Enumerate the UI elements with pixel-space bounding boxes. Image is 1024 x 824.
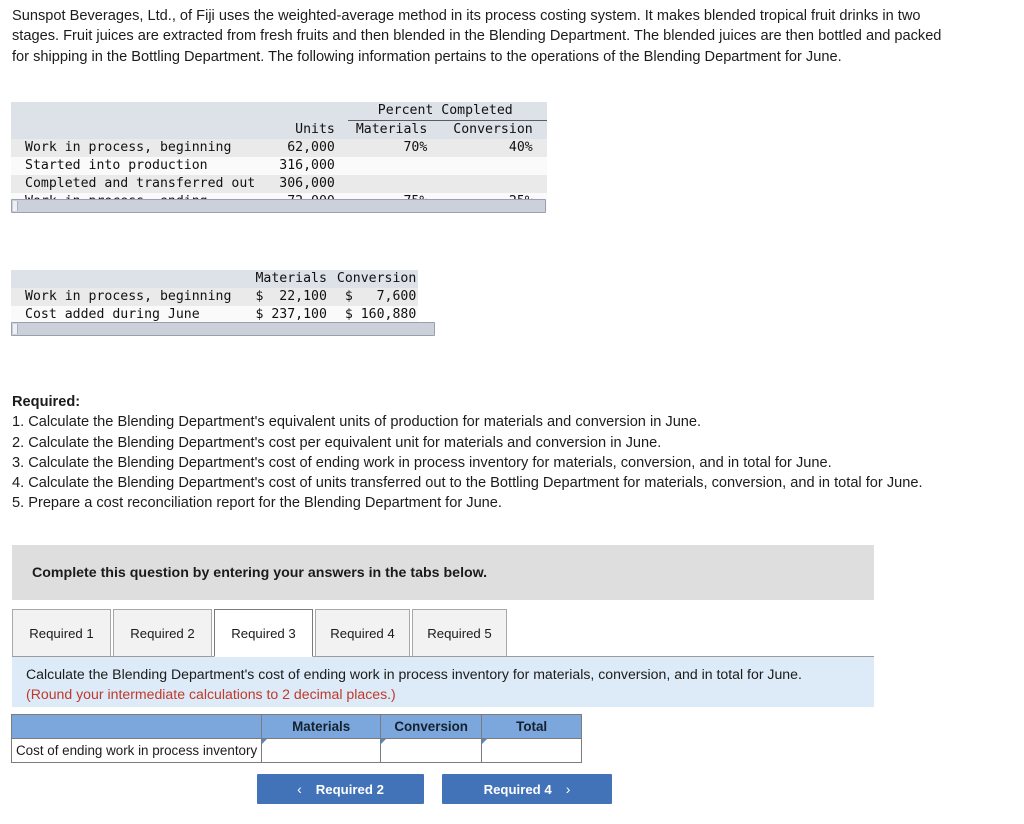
units-table: Percent Completed Units Materials Conver… <box>11 102 547 211</box>
units-table-container: Percent Completed Units Materials Conver… <box>11 102 547 211</box>
units-row-1-units: 316,000 <box>279 157 348 175</box>
tab-required-1-label: Required 1 <box>29 625 94 641</box>
tab-required-2[interactable]: Required 2 <box>113 609 212 657</box>
units-table-header-row: Units Materials Conversion <box>11 120 547 139</box>
units-row-1-label: Started into production <box>11 157 280 175</box>
chevron-right-icon: › <box>565 781 571 797</box>
units-table-scroll-thumb[interactable] <box>13 201 18 211</box>
tab-required-5[interactable]: Required 5 <box>412 609 507 657</box>
cost-header-blank <box>11 270 256 288</box>
table-row: Cost of ending work in process inventory <box>10 738 583 763</box>
units-row-0-label: Work in process, beginning <box>11 139 280 157</box>
prev-required-label: Required 2 <box>315 781 384 797</box>
required-item-4: 4. Calculate the Blending Department's c… <box>12 475 923 492</box>
cell-marker-icon <box>482 739 488 744</box>
instruction-banner: Complete this question by entering your … <box>12 545 874 600</box>
units-row-2-units: 306,000 <box>279 175 348 193</box>
cost-row-0-materials: $ 22,100 <box>255 288 337 306</box>
required-block: Required: 1. Calculate the Blending Depa… <box>12 392 952 514</box>
cost-header-materials: Materials <box>255 270 337 288</box>
conversion-input-cell[interactable] <box>380 738 483 763</box>
tab-required-5-label: Required 5 <box>427 625 492 641</box>
units-header-blank <box>11 120 280 139</box>
tab-required-2-label: Required 2 <box>130 625 195 641</box>
units-row-1-materials <box>347 157 454 175</box>
tab-required-4-label: Required 4 <box>330 625 395 641</box>
chevron-left-icon: ‹ <box>297 781 302 797</box>
required-item-3: 3. Calculate the Blending Department's c… <box>12 454 832 471</box>
units-group-header-percent-completed: Percent Completed <box>347 102 547 121</box>
cost-table-hscrollbar[interactable] <box>11 322 435 336</box>
answer-grid: Materials Conversion Total Cost of endin… <box>10 714 583 763</box>
answer-header-materials: Materials <box>261 714 382 739</box>
units-table-hscrollbar[interactable] <box>11 199 546 213</box>
next-required-label: Required 4 <box>483 781 552 797</box>
units-row-0-materials: 70% <box>347 139 454 157</box>
question-panel-text: Calculate the Blending Department's cost… <box>26 666 802 682</box>
units-group-blank-2 <box>279 102 348 121</box>
tab-required-3-label: Required 3 <box>231 625 296 641</box>
cost-table-container: Materials Conversion Work in process, be… <box>11 270 419 324</box>
units-header-materials: Materials <box>347 120 454 139</box>
answer-header-total: Total <box>481 714 583 739</box>
table-row: Work in process, beginning 62,000 70% 40… <box>11 139 547 157</box>
cost-table: Materials Conversion Work in process, be… <box>11 270 419 324</box>
units-group-blank-1 <box>11 102 280 121</box>
table-row: Completed and transferred out 306,000 <box>11 175 547 193</box>
cost-table-header-row: Materials Conversion <box>11 270 419 288</box>
instruction-banner-text: Complete this question by entering your … <box>32 564 488 581</box>
units-header-units: Units <box>279 120 348 139</box>
tab-strip: Required 1 Required 2 Required 3 Require… <box>12 609 874 657</box>
tab-required-1[interactable]: Required 1 <box>12 609 111 657</box>
answer-header-conversion: Conversion <box>380 714 483 739</box>
answer-grid-container: Materials Conversion Total Cost of endin… <box>10 714 583 763</box>
cell-marker-icon <box>262 739 268 744</box>
prev-required-button[interactable]: ‹ Required 2 <box>257 774 424 804</box>
answer-header-blank <box>10 714 263 739</box>
units-table-group-header-row: Percent Completed <box>11 102 547 121</box>
question-page: Sunspot Beverages, Ltd., of Fiji uses th… <box>0 0 1024 824</box>
table-row: Started into production 316,000 <box>11 157 547 175</box>
units-row-2-label: Completed and transferred out <box>11 175 280 193</box>
table-row: Work in process, beginning $ 22,100 $ 7,… <box>11 288 419 306</box>
question-panel-note: (Round your intermediate calculations to… <box>26 685 396 702</box>
cost-table-scroll-thumb[interactable] <box>13 324 18 334</box>
total-input-cell[interactable] <box>481 738 583 763</box>
required-item-5: 5. Prepare a cost reconciliation report … <box>12 495 502 512</box>
units-header-conversion: Conversion <box>453 120 547 139</box>
next-required-button[interactable]: Required 4 › <box>442 774 612 804</box>
units-row-1-conversion <box>453 157 547 175</box>
cost-row-0-label: Work in process, beginning <box>11 288 256 306</box>
required-item-2: 2. Calculate the Blending Department's c… <box>12 434 662 451</box>
required-item-1: 1. Calculate the Blending Department's e… <box>12 414 702 431</box>
cost-row-0-conversion: $ 7,600 <box>336 288 419 306</box>
question-panel: Calculate the Blending Department's cost… <box>12 657 874 707</box>
intro-paragraph: Sunspot Beverages, Ltd., of Fiji uses th… <box>12 8 942 65</box>
cost-header-conversion: Conversion <box>336 270 419 288</box>
answer-row-label: Cost of ending work in process inventory <box>10 738 263 763</box>
units-row-0-conversion: 40% <box>453 139 547 157</box>
required-title: Required: <box>12 394 81 410</box>
cell-marker-icon <box>381 739 387 744</box>
units-row-0-units: 62,000 <box>279 139 348 157</box>
tab-required-3[interactable]: Required 3 <box>214 609 313 657</box>
units-row-2-materials <box>347 175 454 193</box>
tab-required-4[interactable]: Required 4 <box>315 609 410 657</box>
units-row-2-conversion <box>453 175 547 193</box>
materials-input-cell[interactable] <box>261 738 382 763</box>
answer-grid-header-row: Materials Conversion Total <box>10 714 583 739</box>
